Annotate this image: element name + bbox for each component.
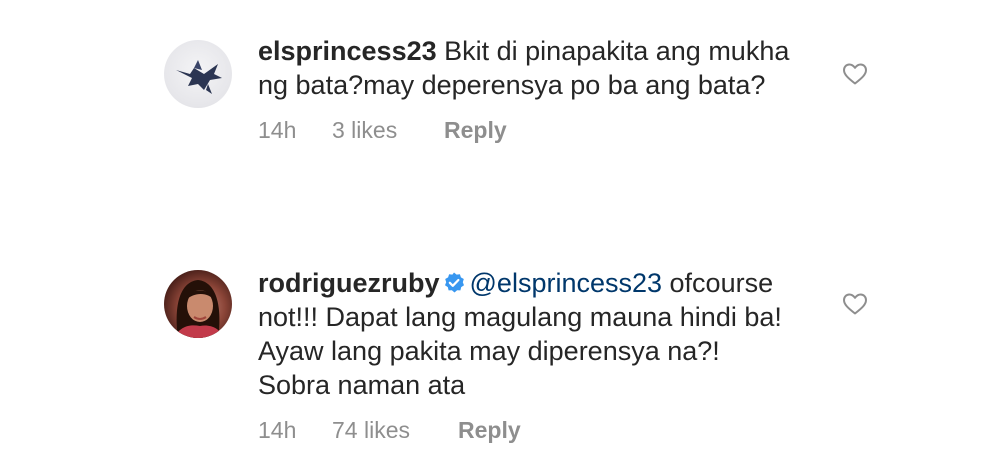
- comment-time[interactable]: 14h: [258, 116, 332, 144]
- comment-mention[interactable]: @elsprincess23: [470, 268, 663, 298]
- profile-photo-icon: [174, 280, 224, 338]
- comment-text: elsprincess23 Bkit di pinapakita ang muk…: [258, 34, 798, 102]
- comment-meta: 14h 74 likes Reply: [258, 416, 798, 444]
- heart-outline-icon: [843, 293, 867, 315]
- reply-button[interactable]: Reply: [458, 416, 521, 444]
- comment-body: elsprincess23 Bkit di pinapakita ang muk…: [258, 34, 798, 144]
- reply-button[interactable]: Reply: [444, 116, 507, 144]
- comment-text: rodriguezruby @elsprincess23 ofcourse no…: [258, 266, 798, 402]
- comment-meta: 14h 3 likes Reply: [258, 116, 798, 144]
- comment-likes[interactable]: 3 likes: [332, 116, 444, 144]
- verified-badge-icon: [444, 272, 464, 293]
- avatar[interactable]: [164, 40, 232, 108]
- comment-likes[interactable]: 74 likes: [332, 416, 458, 444]
- comment-body: rodriguezruby @elsprincess23 ofcourse no…: [258, 266, 798, 444]
- comment-username[interactable]: rodriguezruby: [258, 268, 440, 298]
- comment-time[interactable]: 14h: [258, 416, 332, 444]
- comment-username[interactable]: elsprincess23: [258, 36, 437, 66]
- heart-outline-icon: [843, 63, 867, 85]
- like-button[interactable]: [842, 292, 868, 316]
- like-button[interactable]: [842, 62, 868, 86]
- bird-drawing-icon: [176, 60, 222, 94]
- avatar[interactable]: [164, 270, 232, 338]
